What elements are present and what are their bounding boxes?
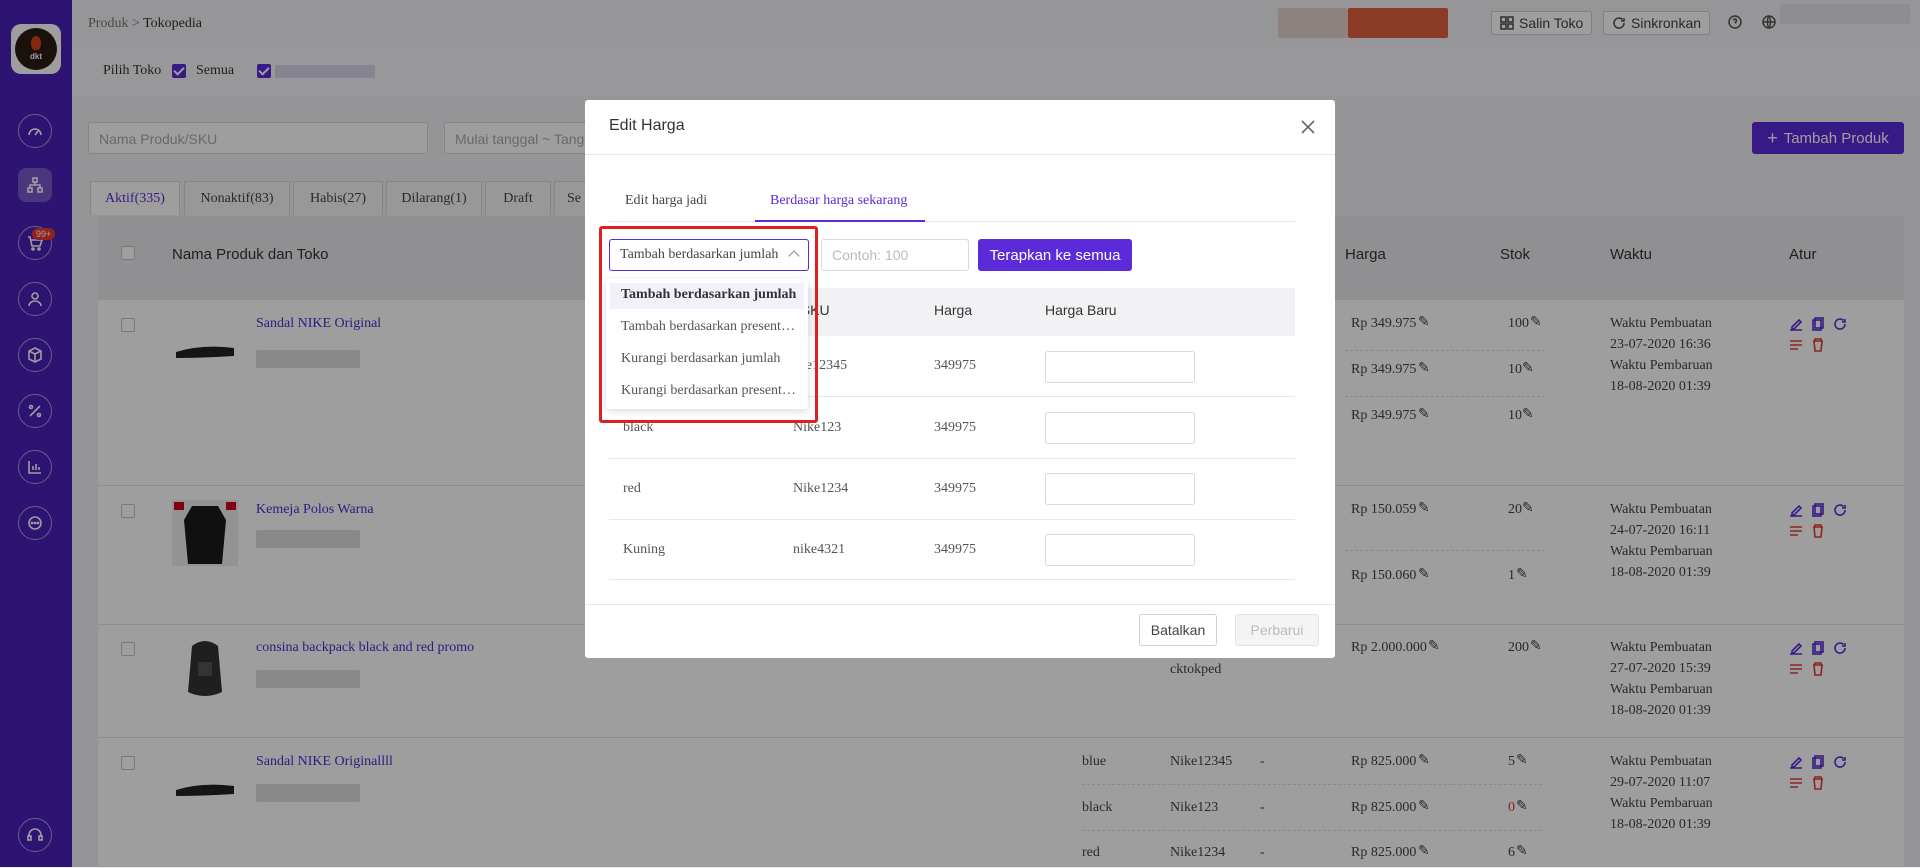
modal-title: Edit Harga xyxy=(609,117,685,134)
close-icon[interactable] xyxy=(1299,118,1317,136)
new-price-input[interactable] xyxy=(1045,473,1195,505)
modal-header-divider xyxy=(585,154,1335,155)
row-divider xyxy=(609,458,1295,459)
row-divider xyxy=(609,579,1295,580)
active-tab-indicator xyxy=(755,220,925,222)
amount-input[interactable]: Contoh: 100 xyxy=(821,239,969,271)
col-price: Harga xyxy=(934,302,973,318)
annotation-highlight-box xyxy=(599,226,818,423)
apply-all-button[interactable]: Terapkan ke semua xyxy=(978,239,1132,271)
price-cell: 349975 xyxy=(934,358,976,373)
price-cell: 349975 xyxy=(934,542,976,557)
variant-cell: red xyxy=(623,481,641,496)
tab-fixed-price[interactable]: Edit harga jadi xyxy=(625,193,707,209)
tab-current-price[interactable]: Berdasar harga sekarang xyxy=(770,193,907,209)
update-button[interactable]: Perbarui xyxy=(1235,614,1319,646)
price-cell: 349975 xyxy=(934,481,976,496)
new-price-input[interactable] xyxy=(1045,351,1195,383)
price-cell: 349975 xyxy=(934,420,976,435)
col-new-price: Harga Baru xyxy=(1045,302,1117,318)
sku-cell: Nike1234 xyxy=(793,481,849,496)
new-price-input[interactable] xyxy=(1045,534,1195,566)
new-price-input[interactable] xyxy=(1045,412,1195,444)
row-divider xyxy=(609,519,1295,520)
sku-cell: nike4321 xyxy=(793,542,846,557)
cancel-button[interactable]: Batalkan xyxy=(1139,614,1217,646)
modal-footer-divider xyxy=(585,604,1335,605)
variant-cell: Kuning xyxy=(623,542,665,557)
tabs-baseline xyxy=(609,221,1295,222)
